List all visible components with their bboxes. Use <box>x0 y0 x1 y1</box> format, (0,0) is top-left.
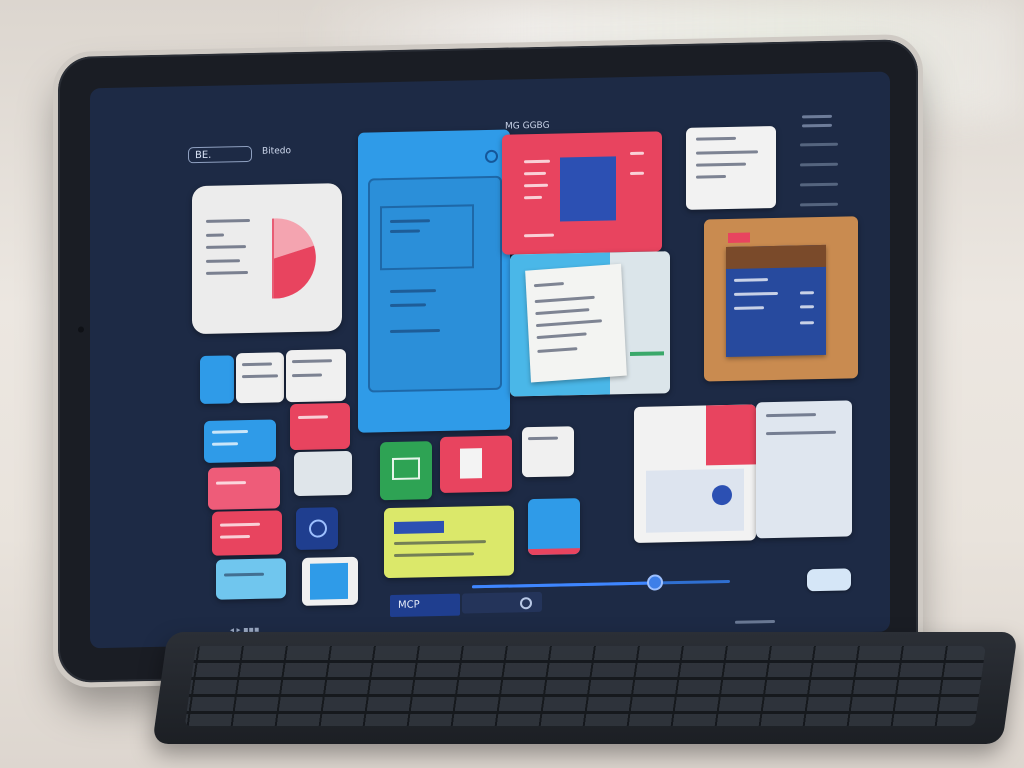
search-icon <box>520 597 532 610</box>
green-app-tile[interactable] <box>380 441 432 501</box>
app-switcher-pill[interactable]: BE. <box>188 145 252 164</box>
small-blue-tile[interactable] <box>200 355 234 405</box>
side-menu-item[interactable] <box>800 162 838 167</box>
light-blue-tile[interactable] <box>216 558 286 600</box>
blue-icon-tile[interactable] <box>296 507 338 551</box>
footer-indicator <box>735 619 775 624</box>
blue-panel-frame <box>380 204 474 271</box>
pie-chart-icon <box>272 218 316 299</box>
side-menu-item[interactable] <box>800 202 838 207</box>
app-switcher-label: BE. <box>195 149 212 162</box>
menu-icon[interactable] <box>802 114 832 134</box>
workspace-label: Bitedo <box>262 146 291 157</box>
red-app-tile[interactable] <box>440 435 512 494</box>
yellow-banner-card[interactable] <box>384 505 514 579</box>
grey-document-card[interactable] <box>756 400 852 539</box>
doc-progress <box>630 351 664 357</box>
keyboard <box>152 632 1018 744</box>
tablet-screen: BE. Bitedo MG GGBG MCP ◂ ▸ ▪▪▪ <box>90 71 890 649</box>
front-camera <box>78 326 84 333</box>
image-icon <box>392 457 420 481</box>
circle-icon <box>309 519 327 538</box>
screen-title: MG GGBG <box>505 120 550 132</box>
small-text-tile[interactable] <box>236 352 284 404</box>
action-button[interactable] <box>807 568 851 592</box>
red-card-image <box>560 156 616 222</box>
tablet-device: BE. Bitedo MG GGBG MCP ◂ ▸ ▪▪▪ <box>58 38 918 684</box>
doc-page <box>525 263 627 383</box>
image-thumb-tile[interactable] <box>302 556 358 606</box>
search-icon[interactable] <box>485 149 498 164</box>
blue-list-tile[interactable] <box>204 419 276 463</box>
blue-mini-card[interactable] <box>528 498 580 556</box>
profile-card[interactable] <box>634 404 756 543</box>
notes-card[interactable] <box>686 125 776 210</box>
grey-list-tile[interactable] <box>294 450 352 497</box>
red-feature-card[interactable] <box>502 131 662 255</box>
search-input[interactable] <box>462 591 542 614</box>
blue-panel-content <box>368 175 502 393</box>
white-mini-card[interactable] <box>522 426 574 478</box>
photo-scene: BE. Bitedo MG GGBG MCP ◂ ▸ ▪▪▪ <box>0 0 1024 768</box>
brand-tag[interactable]: MCP <box>390 593 460 618</box>
orange-card-inset <box>726 244 826 358</box>
timeline-slider-fill <box>472 581 656 589</box>
blue-panel-card[interactable] <box>358 129 510 433</box>
small-text-tile[interactable] <box>286 348 346 403</box>
side-menu-item[interactable] <box>800 182 838 187</box>
side-menu-item[interactable] <box>800 142 838 147</box>
red-info-tile[interactable] <box>212 510 282 556</box>
red-list-tile[interactable] <box>290 402 350 451</box>
keyboard-keys <box>184 646 986 726</box>
side-menu-list <box>800 142 838 224</box>
orange-card[interactable] <box>704 216 858 382</box>
document-preview-card[interactable] <box>510 251 670 397</box>
pie-chart-card[interactable] <box>192 183 342 335</box>
timeline-slider-handle[interactable] <box>647 574 664 591</box>
pink-list-tile[interactable] <box>208 466 280 510</box>
